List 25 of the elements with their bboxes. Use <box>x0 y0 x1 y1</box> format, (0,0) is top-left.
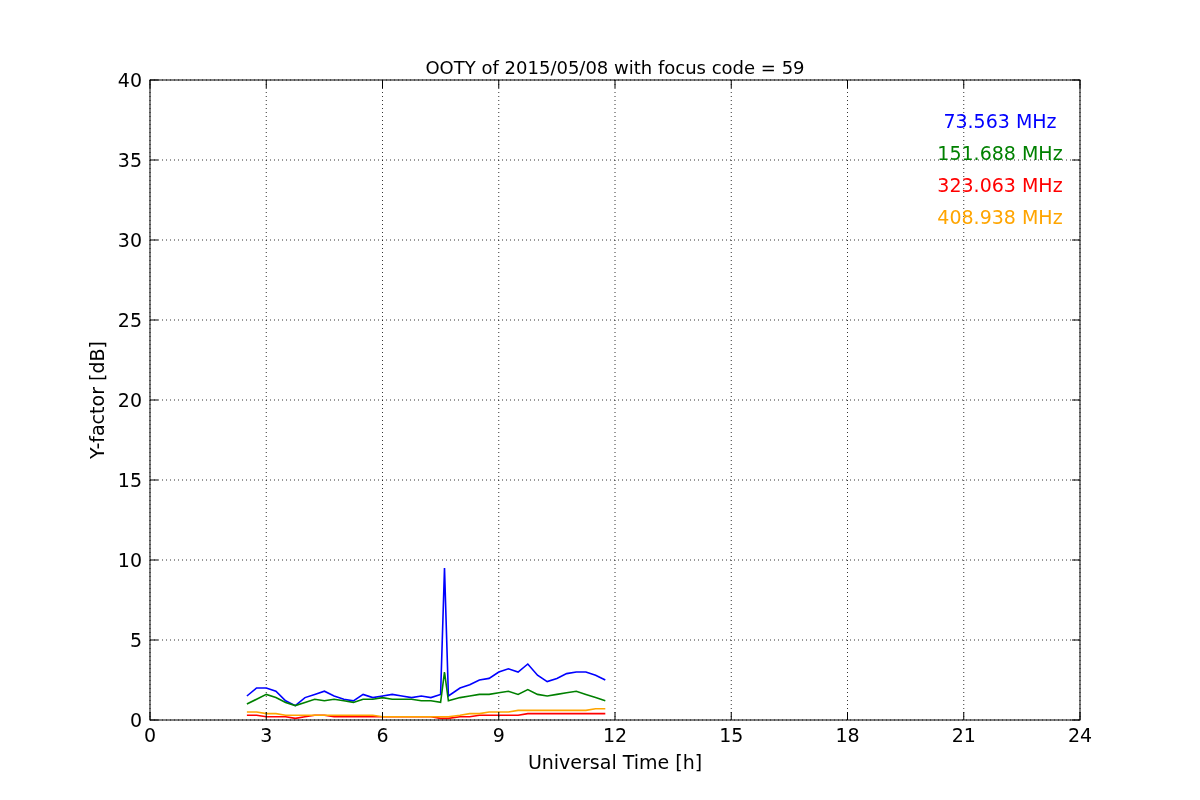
y-tick-label: 35 <box>117 149 142 171</box>
x-tick-label: 3 <box>260 724 273 746</box>
y-tick-label: 10 <box>117 549 142 571</box>
x-tick-label: 21 <box>951 724 976 746</box>
y-axis-label: Y-factor [dB] <box>86 341 108 459</box>
x-tick-label: 6 <box>376 724 389 746</box>
x-tick-label: 0 <box>143 724 157 746</box>
y-tick-label: 25 <box>117 309 142 331</box>
legend-label: 408.938 MHz <box>937 206 1063 228</box>
y-tick-label: 0 <box>129 709 142 731</box>
y-tick-label: 15 <box>117 469 142 491</box>
x-tick-label: 9 <box>492 724 505 746</box>
y-tick-label: 40 <box>117 69 142 91</box>
chart-title: OOTY of 2015/05/08 with focus code = 59 <box>425 57 805 78</box>
legend-label: 73.563 MHz <box>943 110 1057 132</box>
y-tick-label: 5 <box>129 629 142 651</box>
legend-label: 323.063 MHz <box>937 174 1063 196</box>
y-tick-label: 20 <box>117 389 142 411</box>
x-tick-label: 15 <box>719 724 744 746</box>
x-axis-label: Universal Time [h] <box>527 751 703 773</box>
x-tick-label: 18 <box>835 724 860 746</box>
x-tick-label: 12 <box>602 724 628 746</box>
legend-label: 151.688 MHz <box>937 142 1063 164</box>
y-tick-label: 30 <box>117 229 142 251</box>
x-tick-label: 24 <box>1067 724 1093 746</box>
